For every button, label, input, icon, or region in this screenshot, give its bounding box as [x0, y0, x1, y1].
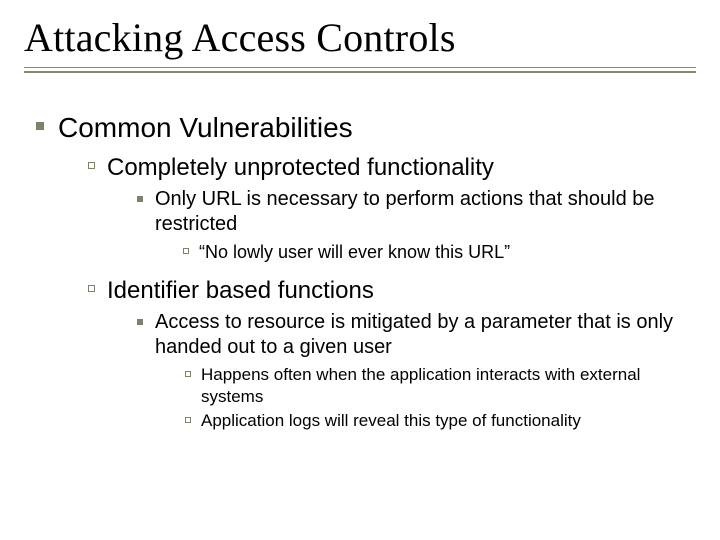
level1-text: Common Vulnerabilities	[58, 112, 353, 143]
list-item: Happens often when the application inter…	[185, 364, 696, 408]
open-square-bullet-icon	[183, 248, 189, 254]
list-item: Only URL is necessary to perform actions…	[137, 187, 696, 267]
list-item: Access to resource is mitigated by a par…	[137, 310, 696, 434]
title-rule	[24, 67, 696, 73]
level5-text: Application logs will reveal this type o…	[201, 410, 581, 432]
open-square-bullet-icon	[88, 285, 95, 292]
square-bullet-icon	[137, 196, 143, 202]
level3-text: Access to resource is mitigated by a par…	[155, 311, 673, 358]
slide: Attacking Access Controls Common Vulnera…	[0, 0, 720, 540]
open-square-bullet-icon	[185, 417, 191, 423]
open-square-bullet-icon	[185, 371, 191, 377]
level2-text: Identifier based functions	[107, 277, 374, 304]
slide-title: Attacking Access Controls	[24, 14, 696, 61]
level4-text: “No lowly user will ever know this URL”	[199, 241, 510, 264]
list-item: Application logs will reveal this type o…	[185, 410, 696, 432]
level2-text: Completely unprotected functionality	[107, 154, 494, 181]
level3-text: Only URL is necessary to perform actions…	[155, 188, 655, 235]
square-bullet-icon	[36, 122, 44, 130]
list-item: Completely unprotected functionality Onl…	[88, 153, 696, 271]
list-item: “No lowly user will ever know this URL”	[183, 241, 696, 264]
list-item: Identifier based functions Access to res…	[88, 276, 696, 438]
list-item: Common Vulnerabilities Completely unprot…	[36, 111, 696, 444]
square-bullet-icon	[137, 319, 143, 325]
open-square-bullet-icon	[88, 162, 95, 169]
bullet-list: Common Vulnerabilities Completely unprot…	[36, 111, 696, 444]
level5-text: Happens often when the application inter…	[201, 364, 696, 408]
